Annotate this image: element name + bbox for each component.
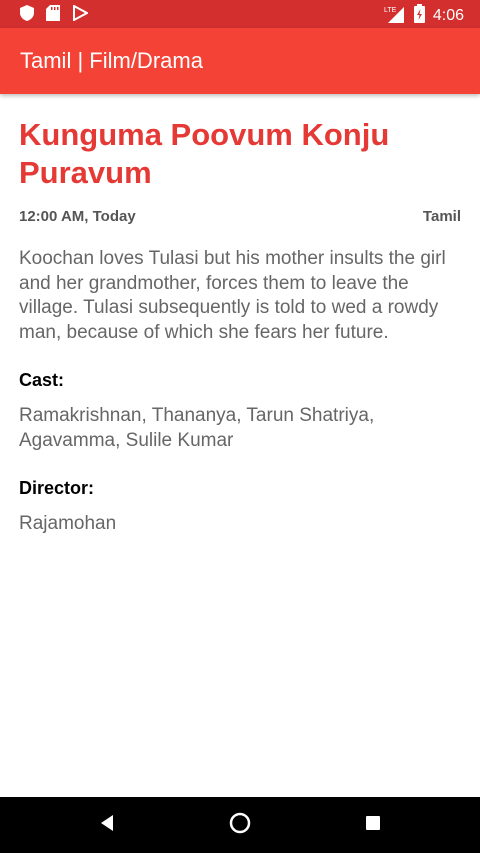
recents-icon[interactable]: [362, 811, 384, 840]
signal-icon: LTE: [384, 5, 406, 28]
app-bar: Tamil | Film/Drama: [0, 28, 480, 94]
battery-charging-icon: [413, 4, 425, 28]
cast-value: Ramakrishnan, Thananya, Tarun Shatriya, …: [19, 405, 375, 451]
play-store-icon: [72, 4, 90, 26]
program-channel: Tamil: [422, 208, 461, 225]
svg-text:LTE: LTE: [384, 7, 397, 14]
system-icons: LTE 4:06: [384, 4, 464, 28]
home-icon[interactable]: [228, 811, 252, 840]
navigation-bar: [0, 797, 480, 853]
back-icon[interactable]: [96, 811, 118, 840]
clock: 4:06: [432, 7, 464, 24]
program-time: 12:00 AM, Today: [19, 208, 136, 225]
cast-label: Cast:: [19, 370, 65, 390]
program-description: Koochan loves Tulasi but his mother insu…: [19, 248, 446, 343]
program-title: Kunguma Poovum Konju Puravum: [19, 117, 390, 190]
sd-card-icon: [46, 5, 60, 26]
program-details: Kunguma Poovum Konju Puravum 12:00 AM, T…: [19, 116, 461, 536]
director-label: Director:: [19, 478, 95, 498]
program-meta: 12:00 AM, Today Tamil: [19, 208, 461, 225]
status-bar: LTE 4:06: [0, 0, 480, 28]
notification-icons: [20, 4, 90, 26]
shield-icon: [20, 5, 34, 26]
director-value: Rajamohan: [19, 513, 117, 534]
app-bar-title: Tamil | Film/Drama: [20, 48, 203, 73]
